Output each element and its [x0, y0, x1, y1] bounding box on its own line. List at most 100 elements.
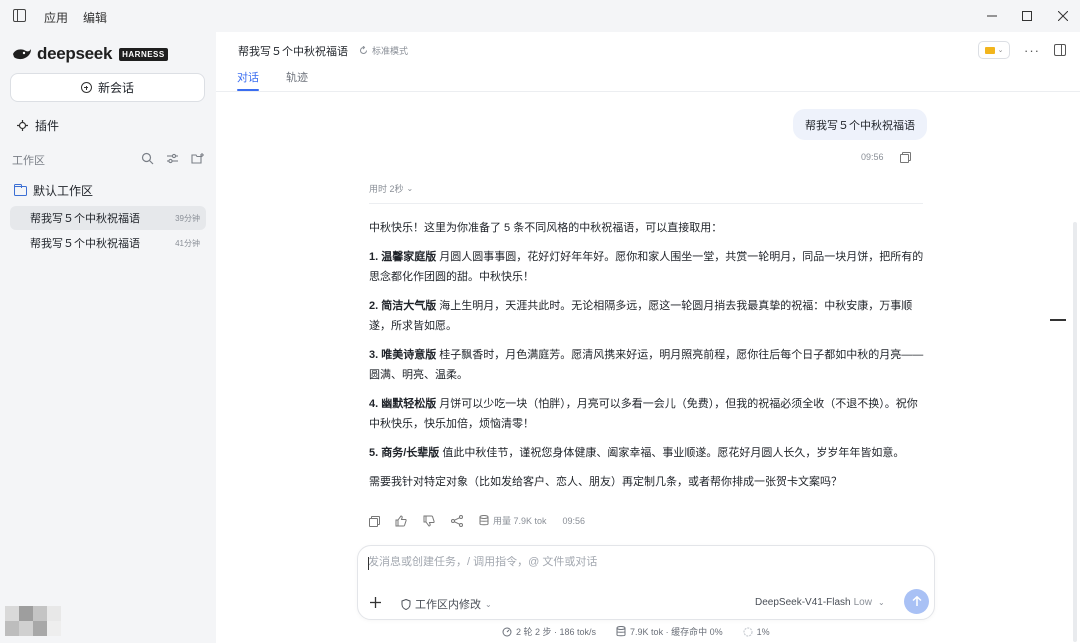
context-label: 1%	[756, 626, 770, 637]
model-effort: Low	[853, 597, 872, 608]
database-icon	[616, 626, 626, 637]
chat-list-item[interactable]: 帮我写５个中秋祝福语 41分钟	[10, 231, 206, 255]
context-stat: 1%	[742, 626, 770, 637]
greeting-text: 月圆人圆事事圆，花好灯好年年好。愿你和家人围坐一堂，共赏一轮明月，同品一块月饼，…	[369, 251, 924, 283]
greeting-text: 海上生明月，天涯共此时。无论相隔多远，愿这一轮圆月捎去我最真挚的祝福：中秋安康，…	[369, 300, 913, 332]
thumbs-down-icon[interactable]	[423, 515, 435, 527]
speed-stat: 2 轮 2 步 · 186 tok/s	[502, 625, 596, 638]
plugins-item[interactable]: 插件	[16, 117, 59, 134]
token-usage: 用量 7.9K tok	[479, 514, 547, 527]
answer-time: 09:56	[562, 515, 586, 526]
tab-trace[interactable]: 轨迹	[286, 69, 308, 85]
default-workspace[interactable]: 默认工作区	[13, 182, 94, 199]
status-bar: 2 轮 2 步 · 186 tok/s 7.9K tok · 缓存命中 0% 1…	[502, 625, 770, 638]
workspace-header: 工作区	[12, 152, 204, 168]
chevron-down-icon: ⌄	[485, 599, 492, 609]
chat-time: 41分钟	[175, 238, 200, 248]
token-label: 7.9K tok · 缓存命中 0%	[630, 627, 723, 637]
sidebar-toggle-icon[interactable]	[13, 9, 26, 22]
user-message-bubble: 帮我写５个中秋祝福语	[793, 109, 927, 140]
greeting-style: 简洁大气版	[381, 300, 437, 312]
answer-divider	[369, 203, 923, 204]
mode-indicator[interactable]: 标准模式	[359, 44, 408, 57]
attach-button[interactable]	[364, 591, 386, 613]
brand-name: deepseek	[37, 44, 113, 63]
add-circle-icon	[80, 82, 92, 93]
greeting-item: 3. 唯美诗意版 桂子飘香时，月色满庭芳。愿清风携来好运，明月照亮前程，愿你往后…	[369, 345, 925, 385]
greeting-text: 桂子飘香时，月色满庭芳。愿清风携来好运，明月照亮前程，愿你往后每个日子都如中秋的…	[369, 349, 924, 381]
greeting-number: 2.	[369, 300, 379, 312]
new-chat-label: 新会话	[97, 81, 134, 95]
chat-title: 帮我写５个中秋祝福语	[30, 213, 140, 225]
conversation-title: 帮我写５个中秋祝福语	[238, 46, 348, 58]
greeting-number: 4.	[369, 398, 379, 410]
gauge-icon	[502, 627, 512, 636]
permission-scope-selector[interactable]: 工作区内修改 ⌄	[401, 596, 492, 612]
database-icon	[479, 515, 489, 526]
new-folder-icon[interactable]	[191, 152, 204, 165]
minimize-button[interactable]	[982, 6, 1002, 26]
greeting-text: 月饼可以少吃一块（怕胖），月亮可以多看一会儿（免费），但我的祝福必须全收（不退不…	[369, 398, 918, 430]
scrollbar[interactable]	[1073, 222, 1077, 642]
filter-icon[interactable]	[166, 152, 179, 165]
greeting-number: 1.	[369, 251, 379, 263]
greeting-style: 幽默轻松版	[381, 398, 437, 410]
maximize-button[interactable]	[1017, 6, 1037, 26]
menu-edit[interactable]: 编辑	[83, 9, 107, 26]
search-icon[interactable]	[141, 152, 154, 165]
token-stat: 7.9K tok · 缓存命中 0%	[616, 625, 723, 638]
user-avatar[interactable]	[5, 606, 61, 636]
folder-icon	[984, 46, 995, 54]
thumbs-up-icon[interactable]	[395, 514, 407, 527]
menu-app[interactable]: 应用	[44, 9, 68, 26]
copy-icon[interactable]	[899, 152, 911, 163]
close-icon	[1058, 11, 1068, 21]
greeting-style: 温馨家庭版	[381, 251, 437, 263]
chat-title: 帮我写５个中秋祝福语	[30, 238, 140, 250]
greeting-item: 2. 简洁大气版 海上生明月，天涯共此时。无论相隔多远，愿这一轮圆月捎去我最真挚…	[369, 296, 925, 336]
sidebar: deepseek HARNESS 新会话 插件 工作区 默认工作区 帮我写５个中…	[0, 32, 216, 643]
chat-time: 39分钟	[175, 213, 200, 223]
folder-icon	[13, 183, 27, 196]
greeting-style: 商务/长辈版	[381, 447, 440, 459]
outline-marker[interactable]	[1050, 319, 1066, 321]
chevron-down-icon: ⌄	[877, 598, 885, 607]
shield-icon	[401, 598, 411, 610]
copy-icon[interactable]	[369, 515, 380, 527]
message-input[interactable]	[368, 556, 908, 568]
send-button[interactable]	[904, 589, 929, 614]
plus-icon	[369, 596, 381, 608]
header-actions: ⌄ ···	[978, 41, 1066, 59]
arrow-up-icon	[911, 596, 922, 606]
project-selector[interactable]: ⌄	[978, 41, 1010, 59]
mode-label: 标准模式	[372, 46, 409, 56]
greeting-number: 5.	[369, 447, 379, 459]
brand-logo: deepseek HARNESS	[12, 44, 168, 64]
model-name: DeepSeek-V41-Flash	[755, 597, 851, 608]
brand-badge: HARNESS	[119, 47, 168, 61]
thinking-duration[interactable]: 用时 2秒 ⌄	[369, 182, 413, 195]
user-message-text: 帮我写５个中秋祝福语	[805, 119, 915, 132]
model-selector[interactable]: DeepSeek-V41-Flash Low ⌄	[755, 597, 885, 608]
chat-list-item[interactable]: 帮我写５个中秋祝福语 39分钟	[10, 206, 206, 230]
answer-outro: 需要我针对特定对象（比如发给客户、恋人、朋友）再定制几条，或者帮你排成一张贺卡文…	[369, 476, 842, 488]
user-message-meta: 09:56	[861, 152, 911, 163]
close-button[interactable]	[1053, 6, 1073, 26]
user-message-time: 09:56	[861, 152, 884, 162]
greeting-item: 1. 温馨家庭版 月圆人圆事事圆，花好灯好年年好。愿你和家人围坐一堂，共赏一轮明…	[369, 247, 925, 287]
share-branch-icon[interactable]	[451, 514, 463, 527]
more-options-icon[interactable]: ···	[1024, 43, 1040, 58]
deepseek-whale-icon	[13, 49, 31, 60]
chevron-down-icon: ⌄	[406, 184, 414, 193]
usage-label: 用量 7.9K tok	[493, 516, 547, 526]
tab-conversation[interactable]: 对话	[237, 69, 259, 91]
greeting-number: 3.	[369, 349, 379, 361]
workspace-title: 工作区	[12, 155, 45, 167]
side-panel-icon[interactable]	[1054, 44, 1066, 56]
new-chat-button[interactable]: 新会话	[10, 73, 205, 102]
speed-label: 2 轮 2 步 · 186 tok/s	[516, 627, 597, 637]
minimize-icon	[987, 15, 997, 17]
scope-label: 工作区内修改	[415, 599, 481, 611]
default-workspace-label: 默认工作区	[33, 184, 94, 198]
refresh-mode-icon	[360, 46, 367, 54]
